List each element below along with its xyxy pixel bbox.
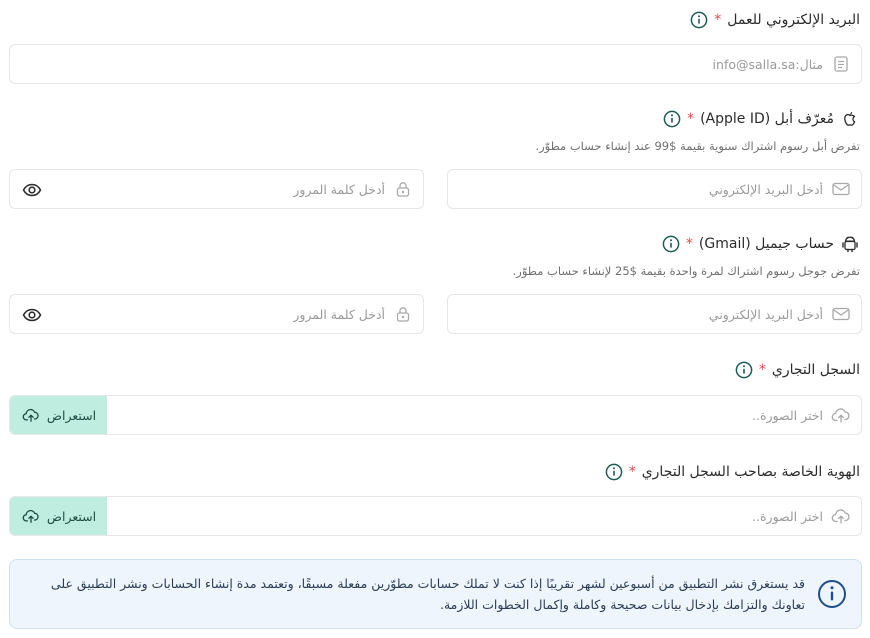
work-email-input[interactable] (20, 56, 823, 72)
lock-icon (393, 304, 413, 324)
gmail-email-field[interactable] (447, 294, 862, 334)
owner-id-placeholder: اختر الصورة.. (752, 508, 823, 524)
cloud-upload-icon (831, 405, 851, 425)
info-circle-icon (817, 579, 847, 609)
info-icon[interactable] (735, 361, 753, 379)
android-icon (840, 234, 860, 254)
required-mark: * (685, 236, 693, 252)
apple-email-input[interactable] (458, 181, 823, 197)
apple-email-field[interactable] (447, 169, 862, 209)
apple-icon (840, 109, 860, 129)
work-email-label-row: البريد الإلكتروني للعمل * (690, 11, 860, 29)
document-icon (831, 54, 851, 74)
cloud-upload-icon (831, 506, 851, 526)
apple-id-label-row: مُعرّف أبل (Apple ID) * (663, 109, 860, 129)
cloud-upload-icon (21, 405, 41, 425)
gmail-password-input[interactable] (20, 306, 385, 322)
owner-id-label-row: الهوية الخاصة بصاحب السجل التجاري * (605, 463, 860, 481)
commercial-register-label-row: السجل التجاري * (735, 361, 860, 379)
lock-icon (393, 179, 413, 199)
info-icon[interactable] (662, 235, 680, 253)
commercial-register-placeholder: اختر الصورة.. (752, 407, 823, 423)
browse-label: استعراض (46, 407, 97, 423)
commercial-register-browse-button[interactable]: استعراض (10, 396, 107, 434)
owner-id-label: الهوية الخاصة بصاحب السجل التجاري (641, 464, 860, 480)
gmail-password-field[interactable] (9, 294, 424, 334)
commercial-register-label: السجل التجاري (771, 362, 860, 378)
required-mark: * (714, 12, 722, 28)
mail-icon (831, 304, 851, 324)
info-icon[interactable] (605, 463, 623, 481)
required-mark: * (628, 464, 636, 480)
owner-id-dropzone[interactable]: اختر الصورة.. (107, 497, 861, 535)
owner-id-browse-button[interactable]: استعراض (10, 497, 107, 535)
apple-password-input[interactable] (20, 181, 385, 197)
info-icon[interactable] (663, 110, 681, 128)
mail-icon (831, 179, 851, 199)
apple-id-label: مُعرّف أبل (Apple ID) (700, 111, 834, 127)
work-email-field[interactable] (9, 44, 862, 84)
eye-icon[interactable] (22, 305, 42, 325)
required-mark: * (687, 111, 695, 127)
apple-password-field[interactable] (9, 169, 424, 209)
eye-icon[interactable] (22, 180, 42, 200)
gmail-hint: تفرض جوجل رسوم اشتراك لمرة واحدة بقيمة $… (512, 264, 860, 278)
browse-label: استعراض (46, 508, 97, 524)
commercial-register-dropzone[interactable]: اختر الصورة.. (107, 396, 861, 434)
apple-id-hint: تفرض أبل رسوم اشتراك سنوية بقيمة $99 عند… (535, 139, 860, 153)
required-mark: * (758, 362, 766, 378)
gmail-label-row: حساب جيميل (Gmail) * (662, 234, 860, 254)
info-icon[interactable] (690, 11, 708, 29)
commercial-register-upload[interactable]: اختر الصورة.. استعراض (9, 395, 862, 435)
info-notice: قد يستغرق نشر التطبيق من أسبوعين لشهر تق… (9, 559, 862, 629)
work-email-label: البريد الإلكتروني للعمل (727, 12, 860, 28)
gmail-email-input[interactable] (458, 306, 823, 322)
gmail-label: حساب جيميل (Gmail) (698, 236, 834, 252)
notice-text: قد يستغرق نشر التطبيق من أسبوعين لشهر تق… (50, 576, 805, 612)
owner-id-upload[interactable]: اختر الصورة.. استعراض (9, 496, 862, 536)
cloud-upload-icon (21, 506, 41, 526)
